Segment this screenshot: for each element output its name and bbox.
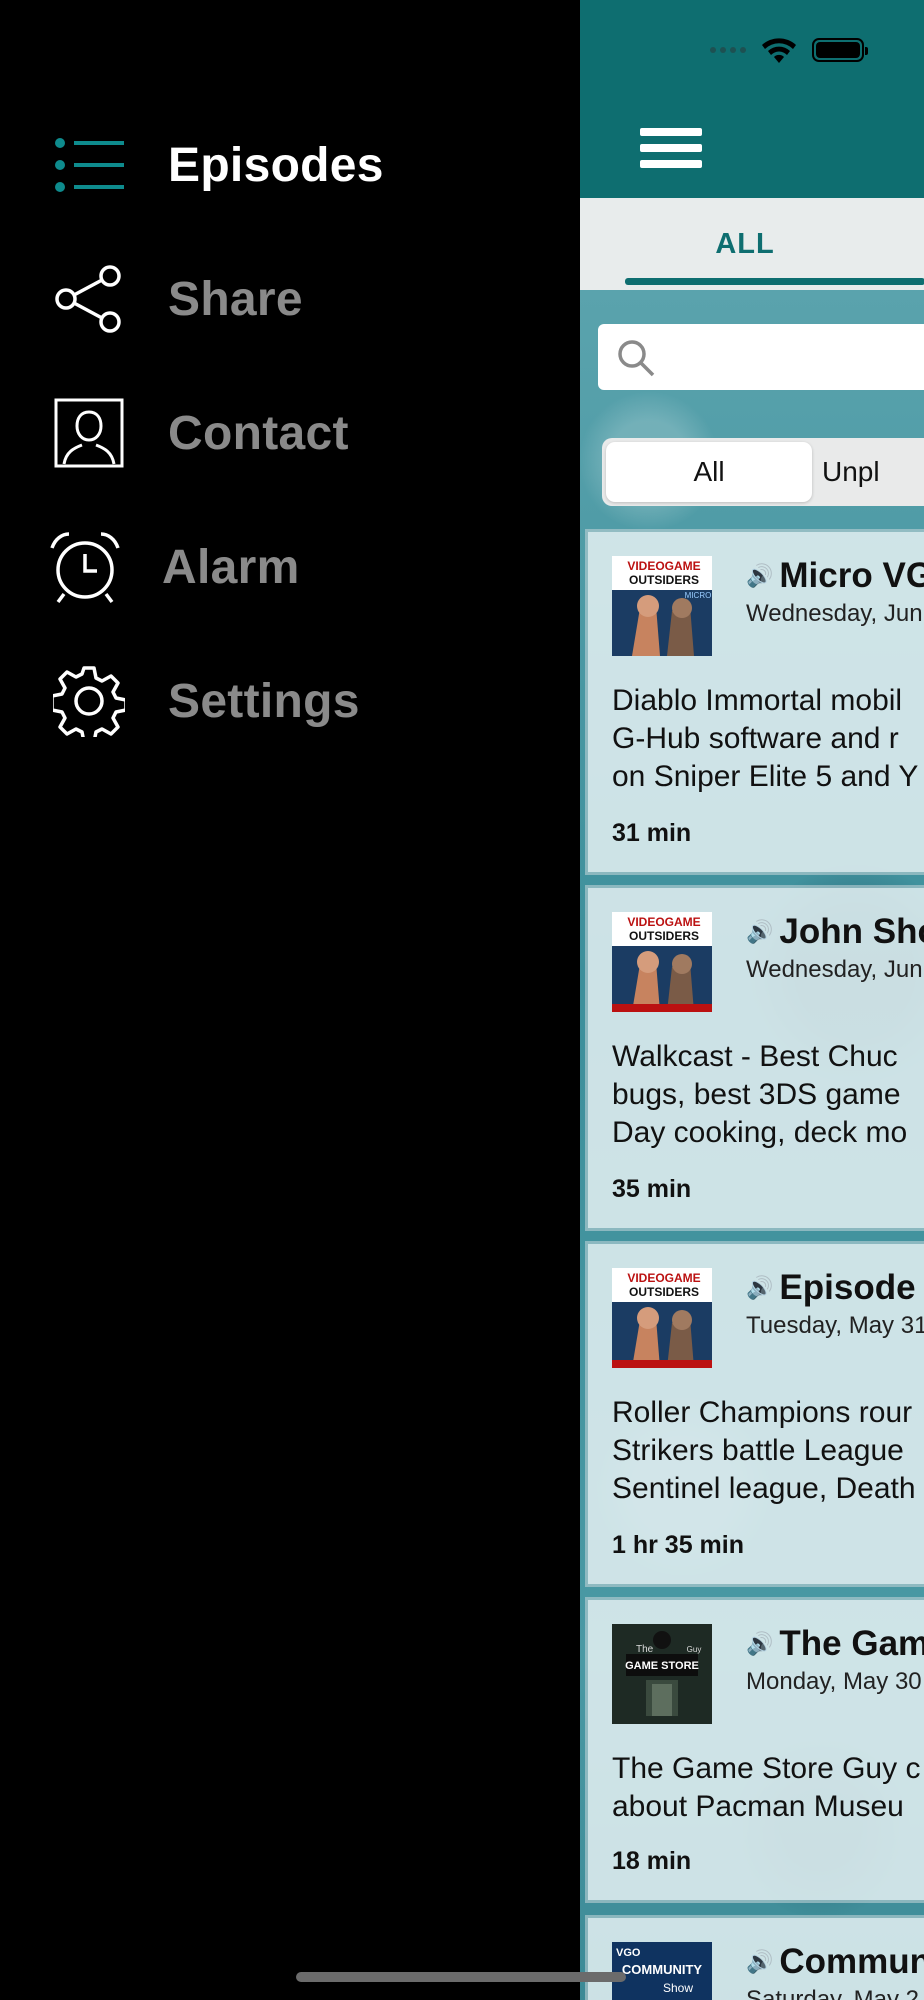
episode-date: Tuesday, May 31	[746, 1312, 924, 1339]
cellular-signal-icon	[710, 47, 746, 53]
drawer-item-share[interactable]: Share	[0, 244, 580, 354]
speaker-icon: 🔊	[746, 1631, 774, 1656]
episode-card[interactable]: VIDEOGAME OUTSIDERS MICRO 🔊Micro VGO Wed…	[588, 532, 924, 872]
episode-date: Saturday, May 2	[746, 1986, 919, 2000]
contact-icon	[50, 394, 128, 472]
drawer-item-label: Alarm	[162, 540, 300, 594]
episode-description: Diablo Immortal mobil G-Hub software and…	[612, 684, 919, 793]
svg-text:MICRO: MICRO	[685, 591, 712, 600]
menu-hamburger-icon[interactable]	[640, 128, 702, 168]
wifi-icon	[762, 38, 796, 63]
speaker-icon: 🔊	[746, 919, 774, 944]
app-bar	[580, 0, 924, 198]
episode-date: Wednesday, Jun	[746, 956, 923, 983]
gear-icon	[50, 662, 128, 740]
navigation-drawer: Episodes Share Contact Alarm Settings	[0, 0, 580, 2000]
battery-icon	[812, 38, 868, 62]
episode-thumbnail: VGO COMMUNITY Show	[612, 1942, 712, 2000]
episode-card[interactable]: VIDEOGAME OUTSIDERS 🔊Episode 75 Tuesday,…	[588, 1244, 924, 1584]
episode-thumbnail: The GAME STORE Guy	[612, 1624, 712, 1724]
episode-duration: 1 hr 35 min	[612, 1531, 744, 1559]
svg-text:VIDEOGAME: VIDEOGAME	[627, 559, 700, 573]
episode-thumbnail: VIDEOGAME OUTSIDERS	[612, 1268, 712, 1368]
drawer-item-alarm[interactable]: Alarm	[0, 512, 580, 622]
drawer-item-episodes[interactable]: Episodes	[0, 110, 580, 220]
search-icon	[618, 340, 655, 377]
search-input[interactable]	[598, 324, 924, 390]
svg-text:Show: Show	[663, 1981, 693, 1995]
episode-description: The Game Store Guy c about Pacman Museu	[612, 1752, 921, 1823]
episode-card[interactable]: VIDEOGAME OUTSIDERS 🔊John Show Wednesday…	[588, 888, 924, 1228]
episode-duration: 18 min	[612, 1847, 692, 1875]
episode-title: 🔊John Show	[746, 912, 924, 951]
episode-date: Monday, May 30	[746, 1668, 922, 1695]
episode-thumbnail: VIDEOGAME OUTSIDERS	[612, 912, 712, 1012]
svg-text:OUTSIDERS: OUTSIDERS	[629, 573, 699, 587]
drawer-item-contact[interactable]: Contact	[0, 378, 580, 488]
svg-text:VIDEOGAME: VIDEOGAME	[627, 915, 700, 929]
svg-text:The: The	[636, 1644, 654, 1655]
list-icon	[50, 126, 128, 204]
episode-duration: 31 min	[612, 819, 692, 847]
episode-duration: 35 min	[612, 1175, 692, 1203]
svg-text:Guy: Guy	[687, 1645, 702, 1654]
drawer-item-label: Settings	[168, 674, 360, 728]
episode-card[interactable]: The GAME STORE Guy 🔊The Game Monday, May…	[588, 1600, 924, 1900]
svg-text:GAME STORE: GAME STORE	[625, 1660, 699, 1672]
episode-title: 🔊Episode 75	[746, 1268, 924, 1307]
svg-text:OUTSIDERS: OUTSIDERS	[629, 929, 699, 943]
drawer-item-label: Share	[168, 272, 303, 326]
svg-text:VIDEOGAME: VIDEOGAME	[627, 1271, 700, 1285]
episode-thumbnail: VIDEOGAME OUTSIDERS MICRO	[612, 556, 712, 656]
speaker-icon: 🔊	[746, 1275, 774, 1300]
tab-indicator	[625, 278, 924, 285]
svg-text:COMMUNITY: COMMUNITY	[622, 1962, 702, 1977]
speaker-icon: 🔊	[746, 563, 774, 588]
episode-title: 🔊Micro VGO	[746, 556, 924, 595]
filter-all-segment[interactable]: All	[606, 442, 812, 502]
share-icon	[50, 260, 128, 338]
episode-date: Wednesday, Jun	[746, 600, 923, 627]
home-indicator	[296, 1972, 626, 1982]
alarm-clock-icon	[46, 528, 124, 606]
drawer-item-label: Episodes	[168, 138, 384, 192]
episodes-screen: ALL All Unpl VIDEOGAME OUTSIDERS MICRO 🔊…	[580, 0, 924, 2000]
drawer-item-settings[interactable]: Settings	[0, 646, 580, 756]
status-bar	[710, 36, 868, 64]
svg-text:VGO: VGO	[616, 1947, 641, 1959]
svg-text:OUTSIDERS: OUTSIDERS	[629, 1285, 699, 1299]
filter-segmented-control: All Unpl	[602, 438, 924, 506]
tab-all[interactable]: ALL	[625, 198, 865, 290]
filter-unplayed-segment[interactable]: Unpl	[822, 442, 880, 502]
episode-description: Walkcast - Best Chuc bugs, best 3DS game…	[612, 1040, 908, 1149]
episode-description: Roller Champions rour Strikers battle Le…	[612, 1396, 916, 1505]
episode-title: 🔊Communit	[746, 1942, 924, 1981]
episode-title: 🔊The Game	[746, 1624, 924, 1663]
drawer-item-label: Contact	[168, 406, 349, 460]
speaker-icon: 🔊	[746, 1949, 774, 1974]
tab-bar: ALL	[580, 198, 924, 290]
episode-card[interactable]: VGO COMMUNITY Show 🔊Communit Saturday, M…	[588, 1918, 924, 2000]
